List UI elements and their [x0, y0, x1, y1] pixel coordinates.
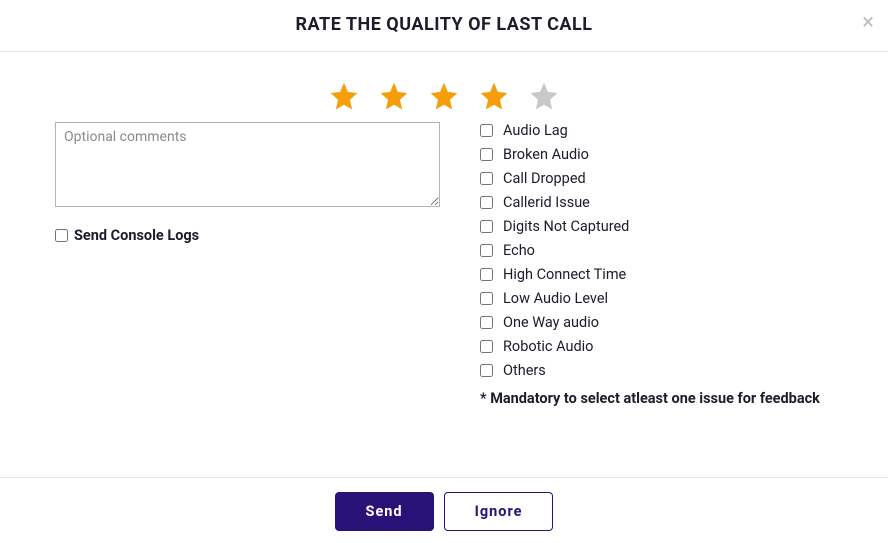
right-column: Audio Lag Broken Audio Call Dropped Calleri…	[480, 122, 833, 409]
issue-checkbox[interactable]	[480, 124, 493, 137]
issue-label[interactable]: Audio Lag	[503, 122, 568, 139]
issue-label[interactable]: Low Audio Level	[503, 290, 608, 307]
issue-label[interactable]: High Connect Time	[503, 266, 626, 283]
send-button[interactable]: Send	[335, 492, 434, 531]
list-item: Echo	[480, 242, 833, 259]
star-icon-4[interactable]	[478, 80, 510, 112]
issue-label[interactable]: Robotic Audio	[503, 338, 593, 355]
console-logs-checkbox[interactable]	[55, 229, 68, 242]
issue-checkbox[interactable]	[480, 220, 493, 233]
list-item: Digits Not Captured	[480, 218, 833, 235]
list-item: Low Audio Level	[480, 290, 833, 307]
issue-label[interactable]: Echo	[503, 242, 535, 259]
issue-checkbox[interactable]	[480, 244, 493, 257]
modal-header: RATE THE QUALITY OF LAST CALL ×	[0, 0, 888, 52]
star-icon-1[interactable]	[328, 80, 360, 112]
issue-checkbox[interactable]	[480, 292, 493, 305]
left-column: Send Console Logs	[55, 122, 440, 409]
star-icon-2[interactable]	[378, 80, 410, 112]
console-logs-row: Send Console Logs	[55, 227, 440, 244]
list-item: One Way audio	[480, 314, 833, 331]
issue-label[interactable]: Callerid Issue	[503, 194, 590, 211]
list-item: Broken Audio	[480, 146, 833, 163]
list-item: High Connect Time	[480, 266, 833, 283]
list-item: Callerid Issue	[480, 194, 833, 211]
comments-input[interactable]	[55, 122, 440, 207]
mandatory-note: * Mandatory to select atleast one issue …	[480, 389, 833, 409]
modal-footer: Send Ignore	[0, 477, 888, 543]
rate-call-modal: RATE THE QUALITY OF LAST CALL × Send Con…	[0, 0, 888, 543]
issue-checkbox[interactable]	[480, 268, 493, 281]
star-rating	[55, 80, 833, 112]
star-icon-3[interactable]	[428, 80, 460, 112]
list-item: Call Dropped	[480, 170, 833, 187]
columns: Send Console Logs Audio Lag Broken Audio C…	[55, 122, 833, 409]
issue-label[interactable]: Call Dropped	[503, 170, 586, 187]
list-item: Others	[480, 362, 833, 379]
issue-label[interactable]: Broken Audio	[503, 146, 589, 163]
issue-label[interactable]: Others	[503, 362, 546, 379]
ignore-button[interactable]: Ignore	[444, 492, 554, 531]
issue-checkbox[interactable]	[480, 172, 493, 185]
star-icon-5[interactable]	[528, 80, 560, 112]
modal-title: RATE THE QUALITY OF LAST CALL	[0, 14, 888, 35]
close-icon[interactable]: ×	[862, 12, 874, 34]
issue-label[interactable]: Digits Not Captured	[503, 218, 629, 235]
console-logs-label[interactable]: Send Console Logs	[74, 227, 199, 244]
issues-list: Audio Lag Broken Audio Call Dropped Calleri…	[480, 122, 833, 379]
modal-content: Send Console Logs Audio Lag Broken Audio C…	[0, 52, 888, 477]
issue-checkbox[interactable]	[480, 364, 493, 377]
issue-checkbox[interactable]	[480, 340, 493, 353]
issue-checkbox[interactable]	[480, 196, 493, 209]
issue-checkbox[interactable]	[480, 316, 493, 329]
list-item: Robotic Audio	[480, 338, 833, 355]
list-item: Audio Lag	[480, 122, 833, 139]
issue-label[interactable]: One Way audio	[503, 314, 599, 331]
issue-checkbox[interactable]	[480, 148, 493, 161]
